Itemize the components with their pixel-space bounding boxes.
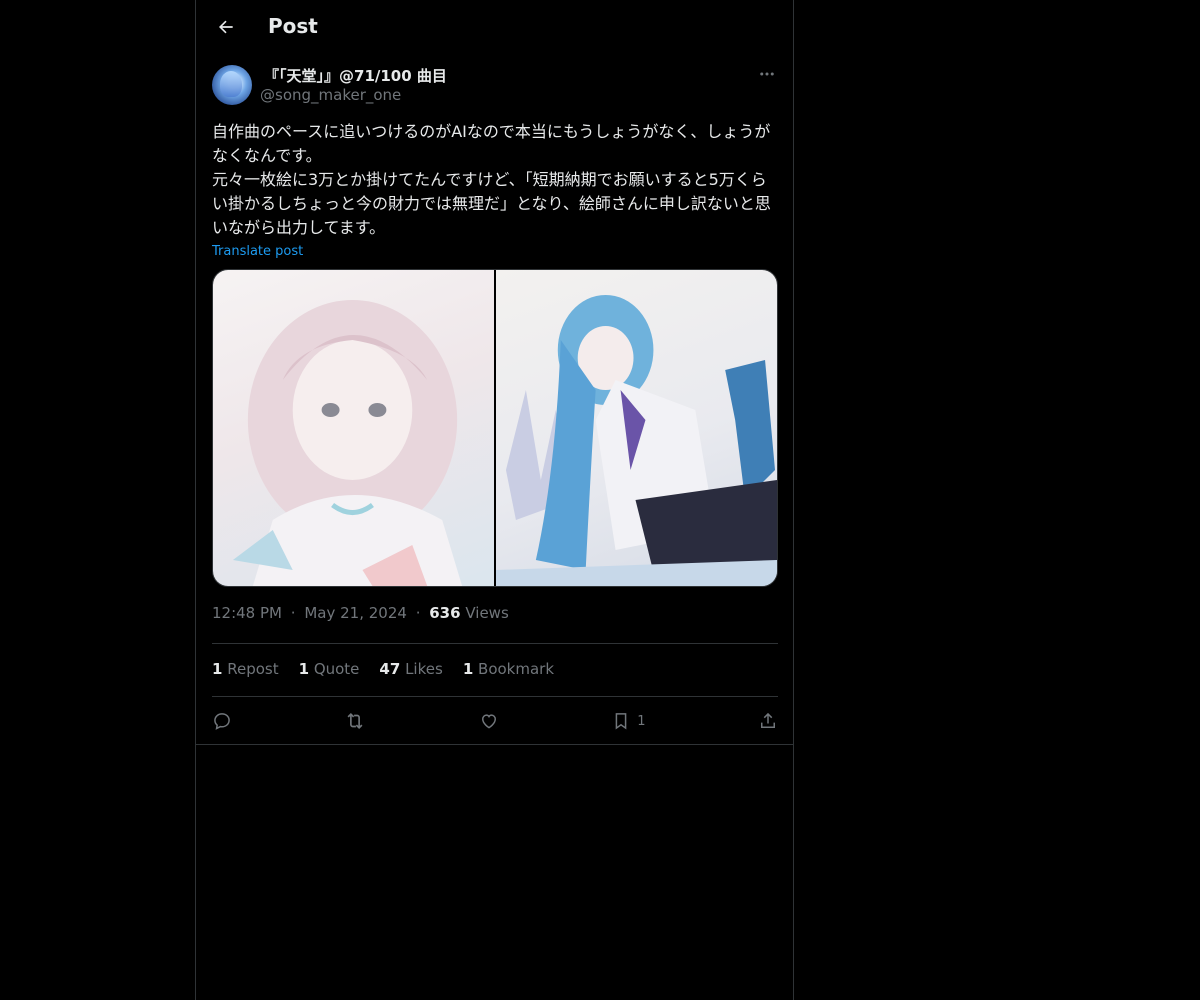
views-label: Views (465, 604, 509, 622)
like-button[interactable] (479, 711, 499, 731)
bookmark-count: 1 (637, 713, 646, 729)
repost-icon (347, 712, 363, 730)
translate-post-link[interactable]: Translate post (212, 244, 303, 259)
post-image-1[interactable] (213, 270, 494, 586)
likes-label: Likes (405, 660, 443, 678)
post-media (212, 269, 778, 587)
divider (196, 744, 793, 745)
author-display-name[interactable]: 『「天堂」』@71/100 曲目 (264, 65, 447, 86)
meta-separator: · (415, 604, 421, 622)
share-button[interactable] (758, 711, 778, 731)
quotes-count: 1 (298, 660, 310, 678)
bookmark-button[interactable]: 1 (611, 711, 646, 731)
anime-girl-blue-hair-image (496, 295, 777, 586)
main-column: Post 『「天堂」』@71/100 曲目 @song_maker_one 自作… (195, 0, 794, 1000)
back-button[interactable] (210, 11, 242, 43)
header: Post (196, 0, 793, 54)
more-icon (760, 72, 774, 76)
likes-stat[interactable]: 47 Likes (379, 660, 442, 682)
reply-icon (214, 713, 230, 730)
post-author: 『「天堂」』@71/100 曲目 @song_maker_one (212, 62, 779, 110)
action-bar: 1 (212, 706, 778, 736)
post-text: 自作曲のペースに追いつけるのがAIなので本当にもうしょうがなく、しょうがなくなん… (212, 122, 771, 237)
engagement-stats: 1 Repost 1 Quote 47 Likes 1 Bookmark (212, 660, 554, 682)
post: 『「天堂」』@71/100 曲目 @song_maker_one 自作曲のペース… (212, 62, 779, 587)
heart-icon (481, 714, 496, 729)
anime-girl-pink-hair-image (232, 300, 463, 586)
repost-button[interactable] (344, 710, 366, 732)
meta-separator: · (290, 604, 296, 622)
divider (212, 696, 778, 697)
post-image-2[interactable] (496, 270, 777, 586)
post-meta: 12:48 PM · May 21, 2024 · 636 Views (212, 604, 509, 622)
reposts-count: 1 (212, 660, 223, 678)
bookmark-icon (615, 713, 627, 730)
arrow-left-icon (219, 20, 233, 34)
share-icon (760, 712, 775, 728)
page-title: Post (268, 14, 318, 38)
views-count: 636 (429, 604, 461, 622)
post-date[interactable]: May 21, 2024 (304, 604, 407, 622)
reply-button[interactable] (212, 711, 232, 731)
avatar[interactable] (212, 65, 252, 105)
post-time[interactable]: 12:48 PM (212, 604, 282, 622)
quotes-stat[interactable]: 1 Quote (299, 660, 360, 682)
author-handle[interactable]: @song_maker_one (260, 86, 401, 104)
bookmarks-stat[interactable]: 1 Bookmark (463, 660, 554, 682)
reposts-label: Repost (227, 660, 279, 678)
reposts-stat[interactable]: 1 Repost (212, 660, 279, 682)
bookmarks-label: Bookmark (478, 660, 555, 678)
quotes-label: Quote (313, 660, 360, 678)
bookmarks-count: 1 (462, 660, 474, 678)
likes-count: 47 (379, 660, 401, 678)
divider (212, 643, 778, 644)
more-options-button[interactable] (755, 62, 779, 86)
